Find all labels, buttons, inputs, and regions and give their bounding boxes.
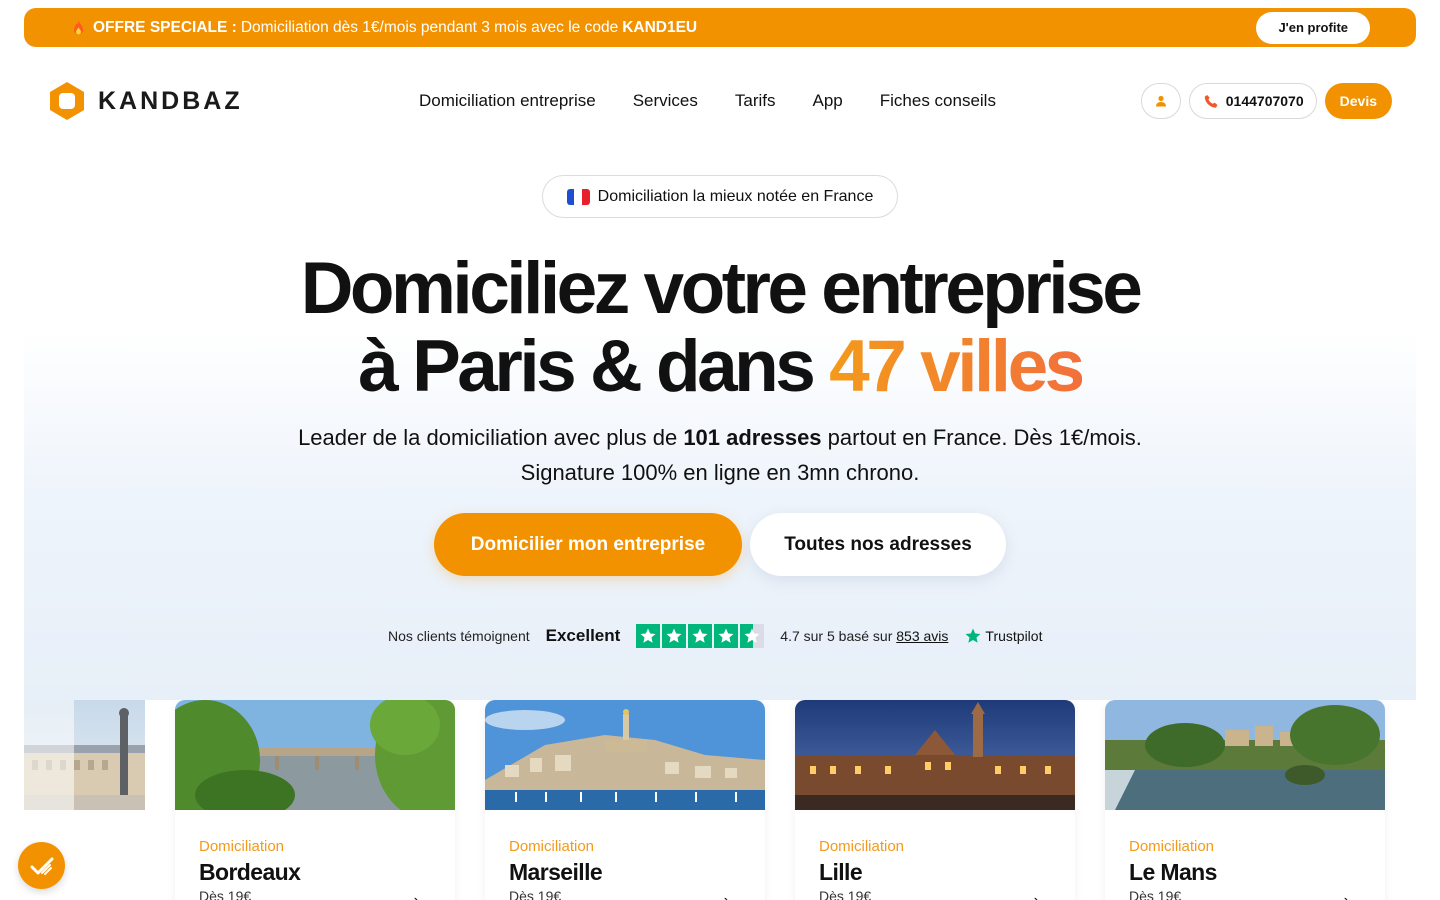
phone-button[interactable]: 0144707070 (1188, 83, 1317, 119)
hero-subtext-bold: 101 adresses (683, 425, 822, 450)
hero-badge-text: Domiciliation la mieux notée en France (597, 187, 874, 205)
trustpilot-name: Trustpilot (985, 628, 1043, 644)
card-body: Domiciliation Bordeaux Dès 19€ › (175, 810, 455, 900)
header-actions: 0144707070 Devis (1140, 83, 1392, 119)
star-icon (636, 624, 661, 648)
flame-icon (74, 19, 83, 34)
hero-subtext-line1: Leader de la domiciliation avec plus de … (0, 420, 1440, 455)
france-flag-icon (566, 188, 590, 205)
promo-message: Domiciliation dès 1€/mois pendant 3 mois… (240, 18, 619, 36)
card-body: Domiciliation Lille Dès 19€ › (795, 810, 1075, 900)
toutes-adresses-button[interactable]: Toutes nos adresses (750, 513, 1006, 576)
paris-photo (24, 700, 145, 810)
promo-prefix: OFFRE SPECIALE : (93, 18, 237, 36)
phone-icon (1204, 94, 1218, 108)
hero-headline-line2: à Paris & dans 47 villes (0, 327, 1440, 407)
star-icon (662, 624, 687, 648)
le-mans-photo (1105, 700, 1385, 810)
logo-icon (50, 82, 84, 120)
card-price: Dès 19€ (199, 888, 252, 900)
hero-subtext-a: Leader de la domiciliation avec plus de (298, 425, 684, 450)
city-card-lille[interactable]: Domiciliation Lille Dès 19€ › (795, 700, 1075, 900)
trust-intro: Nos clients témoignent (388, 628, 530, 644)
hero-headline-accent: 47 villes (829, 326, 1085, 407)
chevron-right-icon: › (724, 892, 729, 900)
nav-tarifs[interactable]: Tarifs (735, 91, 776, 111)
phone-number: 0144707070 (1225, 93, 1304, 109)
trustpilot-bar: Nos clients témoignent Excellent 4.7 sur… (388, 622, 1042, 650)
trust-stars (636, 624, 765, 648)
nav-app[interactable]: App (813, 91, 843, 111)
checkmark-icon (30, 857, 53, 875)
chevron-right-icon: › (1344, 892, 1349, 900)
hero-headline-prefix: à Paris & dans (358, 326, 830, 407)
reviews-link[interactable]: 853 avis (896, 628, 948, 644)
star-icon (714, 624, 739, 648)
marseille-photo (485, 700, 765, 810)
main-nav: Domiciliation entreprise Services Tarifs… (419, 80, 996, 122)
trust-label: Excellent (545, 626, 621, 645)
nav-fiches-conseils[interactable]: Fiches conseils (880, 91, 996, 111)
card-body: Domiciliation Le Mans Dès 19€ › (1105, 810, 1385, 900)
hero-subtext-b: partout en France. Dès 1€/mois. (821, 425, 1142, 450)
promo-text: OFFRE SPECIALE : Domiciliation dès 1€/mo… (72, 19, 697, 37)
chat-bubble-button[interactable] (18, 842, 65, 889)
trust-score-text: 4.7 sur 5 basé sur (780, 628, 897, 644)
lille-photo (795, 700, 1075, 810)
card-kicker: Domiciliation (819, 838, 905, 855)
promo-cta-button[interactable]: J'en profite (1256, 11, 1370, 44)
brand-logo[interactable]: KANDBAZ (48, 81, 243, 121)
city-card-partial[interactable] (24, 700, 145, 810)
user-icon (1155, 95, 1166, 107)
card-kicker: Domiciliation (509, 838, 595, 855)
card-city: Bordeaux (199, 859, 301, 885)
hero-subtext-line2: Signature 100% en ligne en 3mn chrono. (520, 460, 920, 485)
hero-headline-line1: Domiciliez votre entreprise (300, 248, 1143, 329)
nav-domiciliation[interactable]: Domiciliation entreprise (419, 91, 596, 111)
devis-button[interactable]: Devis (1324, 83, 1392, 119)
star-half-icon (740, 624, 765, 648)
card-city: Lille (819, 859, 863, 885)
promo-code: KAND1EU (622, 18, 698, 36)
city-carousel: Domiciliation Bordeaux Dès 19€ › Domicil… (0, 700, 1440, 900)
trustpilot-star-icon (965, 628, 981, 643)
star-icon (688, 624, 713, 648)
chevron-right-icon: › (1034, 892, 1039, 900)
trust-score: 4.7 sur 5 basé sur 853 avis (780, 628, 948, 644)
city-card-marseille[interactable]: Domiciliation Marseille Dès 19€ › (485, 700, 765, 900)
card-price: Dès 19€ (1129, 888, 1182, 900)
card-kicker: Domiciliation (1129, 838, 1215, 855)
nav-services[interactable]: Services (633, 91, 698, 111)
card-price: Dès 19€ (509, 888, 562, 900)
city-card-le-mans[interactable]: Domiciliation Le Mans Dès 19€ › (1105, 700, 1385, 900)
city-card-bordeaux[interactable]: Domiciliation Bordeaux Dès 19€ › (175, 700, 455, 900)
card-body: Domiciliation Marseille Dès 19€ › (485, 810, 765, 900)
card-city: Le Mans (1129, 859, 1217, 885)
bordeaux-photo (175, 700, 455, 810)
card-price: Dès 19€ (819, 888, 872, 900)
chevron-right-icon: › (414, 892, 419, 900)
site-header: KANDBAZ Domiciliation entreprise Service… (48, 80, 1392, 122)
promo-banner: OFFRE SPECIALE : Domiciliation dès 1€/mo… (24, 8, 1416, 47)
card-city: Marseille (509, 859, 603, 885)
hero-badge: Domiciliation la mieux notée en France (542, 175, 898, 218)
account-button[interactable] (1140, 83, 1181, 119)
domicilier-button[interactable]: Domicilier mon entreprise (434, 513, 742, 576)
brand-name: KANDBAZ (98, 86, 243, 115)
trustpilot-logo[interactable]: Trustpilot (964, 627, 1042, 645)
card-kicker: Domiciliation (199, 838, 285, 855)
